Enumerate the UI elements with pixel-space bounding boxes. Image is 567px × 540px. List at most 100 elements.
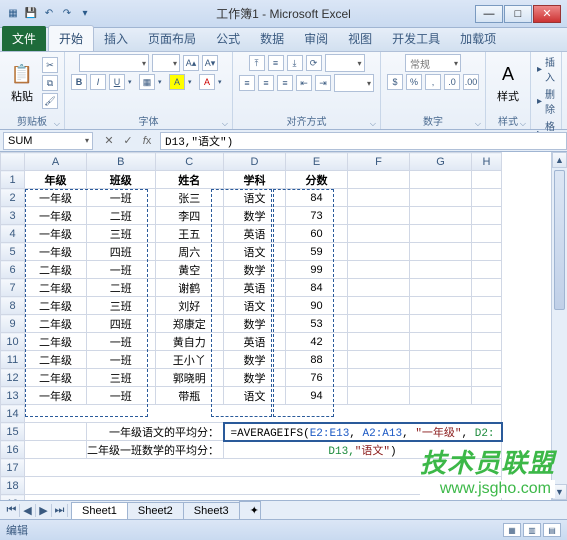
cell[interactable]: 语文: [224, 243, 286, 261]
align-bottom-icon[interactable]: ⤓: [287, 55, 303, 71]
format-painter-icon[interactable]: 🖌: [42, 93, 58, 109]
orientation-icon[interactable]: ⟳: [306, 55, 322, 71]
cell[interactable]: 黄空: [155, 261, 224, 279]
cell[interactable]: [25, 405, 502, 423]
row-header[interactable]: 3: [1, 207, 25, 225]
view-layout-icon[interactable]: ▥: [523, 523, 541, 537]
cell[interactable]: 学科: [224, 171, 286, 189]
cell[interactable]: 一年级语文的平均分：: [87, 423, 224, 441]
cell[interactable]: [472, 207, 502, 225]
cell[interactable]: [472, 369, 502, 387]
wrap-select[interactable]: [325, 54, 365, 72]
save-icon[interactable]: 💾: [24, 7, 38, 21]
cell[interactable]: D13,"语文"): [224, 441, 502, 459]
cell[interactable]: 王五: [155, 225, 224, 243]
row-header[interactable]: 9: [1, 315, 25, 333]
cell[interactable]: 二年级: [25, 315, 87, 333]
col-header-H[interactable]: H: [472, 153, 502, 171]
undo-icon[interactable]: ↶: [42, 7, 56, 21]
formula-input[interactable]: D13,"语文"): [160, 132, 567, 150]
enter-formula-icon[interactable]: ✓: [119, 133, 137, 149]
cell[interactable]: 数学: [224, 261, 286, 279]
sheet-nav-first-icon[interactable]: ⏮: [4, 504, 20, 517]
cell[interactable]: [472, 261, 502, 279]
cell[interactable]: 一班: [87, 351, 156, 369]
cell[interactable]: 数学: [224, 351, 286, 369]
cell[interactable]: 英语: [224, 333, 286, 351]
copy-icon[interactable]: ⧉: [42, 75, 58, 91]
scroll-thumb[interactable]: [554, 170, 565, 310]
cell[interactable]: 黄自力: [155, 333, 224, 351]
cell[interactable]: [348, 351, 410, 369]
cell[interactable]: 数学: [224, 369, 286, 387]
cell[interactable]: 三班: [87, 225, 156, 243]
comma-icon[interactable]: ,: [425, 74, 441, 90]
number-format-select[interactable]: 常规: [405, 54, 461, 72]
cell[interactable]: 一年级: [25, 243, 87, 261]
percent-icon[interactable]: %: [406, 74, 422, 90]
cell[interactable]: 语文: [224, 297, 286, 315]
cell[interactable]: 数学: [224, 315, 286, 333]
cell[interactable]: 73: [286, 207, 348, 225]
cell[interactable]: [348, 171, 410, 189]
cell[interactable]: [410, 189, 472, 207]
cell[interactable]: [25, 477, 502, 495]
cell[interactable]: 二班: [87, 279, 156, 297]
cell[interactable]: [472, 279, 502, 297]
underline-icon[interactable]: U: [109, 74, 125, 90]
qat-dropdown-icon[interactable]: ▾: [78, 7, 92, 21]
col-header-C[interactable]: C: [155, 153, 224, 171]
cell[interactable]: 88: [286, 351, 348, 369]
maximize-button[interactable]: □: [504, 5, 532, 23]
currency-icon[interactable]: $: [387, 74, 403, 90]
cell[interactable]: 二年级: [25, 279, 87, 297]
cell[interactable]: [472, 351, 502, 369]
row-header[interactable]: 10: [1, 333, 25, 351]
align-left-icon[interactable]: ≡: [239, 75, 255, 91]
cell[interactable]: 42: [286, 333, 348, 351]
cell[interactable]: [472, 387, 502, 405]
increase-font-icon[interactable]: A▴: [183, 55, 199, 71]
tab-dev[interactable]: 开发工具: [382, 26, 450, 51]
cell[interactable]: [472, 225, 502, 243]
grid[interactable]: A B C D E F G H 1 年级 班级 姓名 学科 分数 2一年级一班张…: [0, 152, 567, 513]
row-header[interactable]: 7: [1, 279, 25, 297]
cell[interactable]: 二年级: [25, 369, 87, 387]
cell[interactable]: 84: [286, 189, 348, 207]
cell[interactable]: [25, 459, 502, 477]
cell[interactable]: 王小丫: [155, 351, 224, 369]
row-header[interactable]: 14: [1, 405, 25, 423]
cell[interactable]: [472, 297, 502, 315]
cell[interactable]: 一年级: [25, 189, 87, 207]
cell[interactable]: [472, 171, 502, 189]
cell[interactable]: 一年级: [25, 225, 87, 243]
close-button[interactable]: ✕: [533, 5, 561, 23]
cell[interactable]: [410, 279, 472, 297]
fill-color-icon[interactable]: A: [169, 74, 185, 90]
cell[interactable]: [348, 225, 410, 243]
align-top-icon[interactable]: ⤒: [249, 55, 265, 71]
cell[interactable]: [410, 261, 472, 279]
cell[interactable]: 班级: [87, 171, 156, 189]
cell[interactable]: 94: [286, 387, 348, 405]
cell[interactable]: 53: [286, 315, 348, 333]
minimize-button[interactable]: —: [475, 5, 503, 23]
cell[interactable]: 90: [286, 297, 348, 315]
cell[interactable]: 59: [286, 243, 348, 261]
tab-view[interactable]: 视图: [338, 26, 382, 51]
cell[interactable]: 语文: [224, 189, 286, 207]
cell[interactable]: 四班: [87, 315, 156, 333]
cell[interactable]: 二班: [87, 207, 156, 225]
new-sheet-icon[interactable]: ✦: [239, 501, 261, 519]
cell[interactable]: [410, 369, 472, 387]
align-right-icon[interactable]: ≡: [277, 75, 293, 91]
cell[interactable]: 四班: [87, 243, 156, 261]
paste-button[interactable]: 📋 粘贴: [6, 60, 38, 106]
cell[interactable]: [348, 315, 410, 333]
align-middle-icon[interactable]: ≡: [268, 55, 284, 71]
active-cell[interactable]: =AVERAGEIFS(E2:E13, A2:A13, "一年级", D2:: [224, 423, 502, 441]
cell[interactable]: [410, 333, 472, 351]
sheet-nav-prev-icon[interactable]: ◀: [20, 504, 36, 517]
row-header[interactable]: 2: [1, 189, 25, 207]
cell[interactable]: 周六: [155, 243, 224, 261]
